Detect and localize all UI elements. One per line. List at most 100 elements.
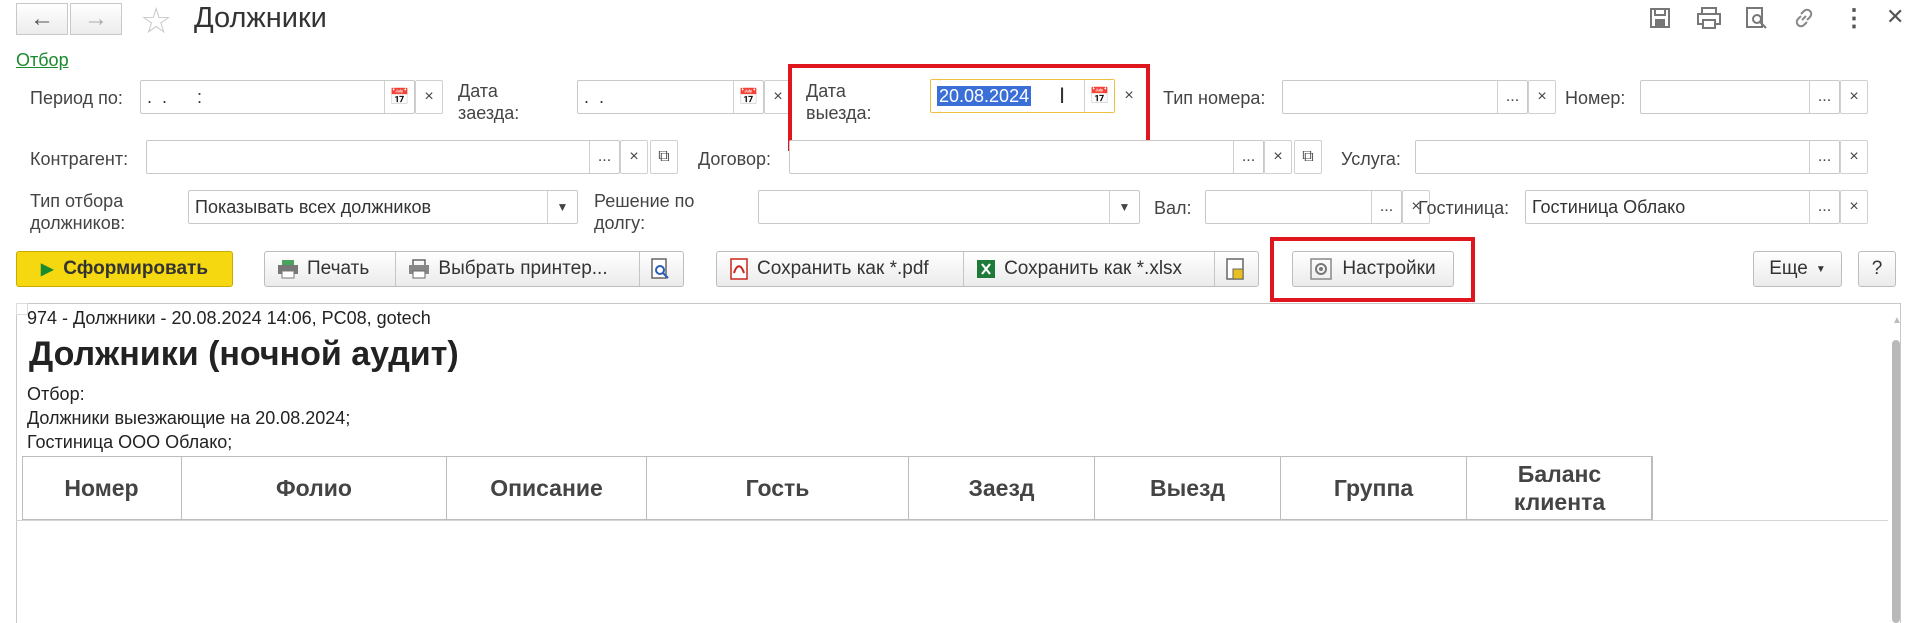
contract-open-button[interactable]: ⧉	[1294, 140, 1322, 174]
contract-field[interactable]: ...	[789, 140, 1264, 174]
select-more-icon[interactable]: ...	[1233, 141, 1263, 173]
select-more-icon[interactable]: ...	[1809, 191, 1839, 223]
calendar-icon[interactable]: 📅	[1084, 80, 1114, 112]
room-clear-button[interactable]: ×	[1840, 80, 1868, 114]
save-pdf-button[interactable]: Сохранить как *.pdf	[717, 252, 965, 286]
hotel-field[interactable]: Гостиница Облако ...	[1525, 190, 1840, 224]
column-header: Группа	[1281, 456, 1467, 520]
room-field[interactable]: ...	[1640, 80, 1840, 114]
select-more-icon[interactable]: ...	[1809, 81, 1839, 113]
close-icon: ×	[629, 148, 639, 165]
filter-link[interactable]: Отбор	[16, 50, 69, 71]
report-title: Должники (ночной аудит)	[29, 335, 459, 373]
window-title: Должники	[194, 2, 327, 34]
text-cursor-icon: I	[1059, 83, 1066, 108]
close-icon: ×	[1273, 148, 1283, 165]
report-header-line: 974 - Должники - 20.08.2024 14:06, PC08,…	[27, 308, 431, 328]
select-more-icon[interactable]: ...	[589, 141, 619, 173]
counterparty-field[interactable]: ...	[146, 140, 620, 174]
choose-printer-button[interactable]: Выбрать принтер...	[396, 252, 641, 286]
print-button[interactable]: Печать	[265, 252, 397, 286]
generate-button[interactable]: ▶ Сформировать	[16, 251, 233, 287]
room-type-field[interactable]: ...	[1282, 80, 1528, 114]
scroll-up-icon[interactable]: ▲	[1892, 315, 1902, 326]
currency-field[interactable]: ...	[1205, 190, 1402, 224]
save-icon[interactable]	[1648, 6, 1672, 30]
more-button[interactable]: Еще ▼	[1753, 251, 1842, 287]
report-filter-line: Гостиница ООО Облако;	[27, 432, 233, 452]
preview-icon	[650, 258, 670, 280]
calendar-icon[interactable]: 📅	[384, 81, 414, 113]
counterparty-open-button[interactable]: ⧉	[650, 140, 678, 174]
counterparty-label: Контрагент:	[30, 149, 129, 169]
departure-label: Дата выезда:	[806, 81, 872, 123]
contract-label: Договор:	[698, 149, 771, 169]
room-label: Номер:	[1565, 88, 1626, 108]
print-icon[interactable]	[1696, 6, 1722, 30]
print-preview-button[interactable]	[640, 252, 683, 286]
close-icon: ×	[1537, 88, 1547, 105]
column-header: Гость	[647, 456, 909, 520]
contract-clear-button[interactable]: ×	[1264, 140, 1292, 174]
select-more-icon[interactable]: ...	[1809, 141, 1839, 173]
forward-button[interactable]: →	[70, 3, 122, 35]
column-header: Заезд	[909, 456, 1095, 520]
period-clear-button[interactable]: ×	[415, 80, 443, 114]
table-divider	[16, 520, 1888, 521]
close-icon: ×	[1849, 88, 1859, 105]
help-button[interactable]: ?	[1858, 251, 1896, 287]
column-header: Баланс клиента	[1467, 456, 1653, 520]
excel-icon	[976, 258, 996, 280]
save-xlsx-button[interactable]: Сохранить как *.xlsx	[964, 252, 1216, 286]
play-icon: ▶	[40, 261, 54, 278]
room-type-label: Тип номера:	[1163, 88, 1266, 108]
column-header: Номер	[22, 456, 182, 520]
service-label: Услуга:	[1341, 149, 1401, 169]
select-more-icon[interactable]: ...	[1497, 81, 1527, 113]
column-header: Описание	[447, 456, 647, 520]
back-button[interactable]: ←	[16, 3, 68, 35]
arrival-date-field[interactable]: . . 📅	[577, 80, 764, 114]
calendar-icon[interactable]: 📅	[733, 81, 763, 113]
hotel-label: Гостиница:	[1418, 198, 1510, 218]
close-icon: ×	[1849, 198, 1859, 215]
chevron-down-icon: ▼	[1815, 263, 1826, 275]
column-header: Выезд	[1095, 456, 1281, 520]
link-icon[interactable]	[1792, 6, 1816, 30]
departure-clear-button[interactable]: ×	[1115, 79, 1143, 113]
settings-button[interactable]: Настройки	[1292, 251, 1454, 287]
arrival-value: . .	[584, 86, 605, 107]
counterparty-clear-button[interactable]: ×	[620, 140, 648, 174]
room-type-clear-button[interactable]: ×	[1528, 80, 1556, 114]
vertical-scrollbar[interactable]	[1892, 340, 1900, 623]
printer-icon	[408, 259, 430, 279]
period-value: . . :	[147, 86, 203, 107]
pdf-icon	[729, 258, 749, 280]
save-group: Сохранить как *.pdf Сохранить как *.xlsx	[716, 251, 1259, 287]
period-field[interactable]: . . : 📅	[140, 80, 415, 114]
hotel-clear-button[interactable]: ×	[1840, 190, 1868, 224]
preview-icon[interactable]	[1744, 6, 1768, 30]
debt-decision-label: Решение по долгу:	[594, 191, 695, 233]
save-file-button[interactable]	[1215, 252, 1258, 286]
debt-decision-select[interactable]: ▼	[758, 190, 1140, 224]
debtor-filter-select[interactable]: Показывать всех должников ▼	[188, 190, 578, 224]
chevron-down-icon[interactable]: ▼	[1109, 191, 1139, 223]
chevron-down-icon[interactable]: ▼	[547, 191, 577, 223]
arrow-left-icon: ←	[30, 5, 54, 32]
save-file-icon	[1225, 258, 1245, 280]
departure-date-field[interactable]: 20.08.2024 I 📅	[930, 79, 1115, 113]
close-icon: ×	[1849, 148, 1859, 165]
favorite-star-icon[interactable]: ☆	[140, 0, 172, 42]
more-vertical-icon[interactable]: ⋮	[1842, 4, 1866, 33]
service-clear-button[interactable]: ×	[1840, 140, 1868, 174]
gear-icon	[1310, 258, 1333, 280]
period-label: Период по:	[30, 88, 123, 108]
column-header: Фолио	[182, 456, 447, 520]
close-window-icon[interactable]: ✕	[1886, 4, 1904, 30]
close-icon: ×	[1124, 87, 1134, 104]
open-icon: ⧉	[658, 148, 670, 165]
select-more-icon[interactable]: ...	[1371, 191, 1401, 223]
service-field[interactable]: ...	[1415, 140, 1840, 174]
report-filter-line: Должники выезжающие на 20.08.2024;	[27, 408, 351, 428]
